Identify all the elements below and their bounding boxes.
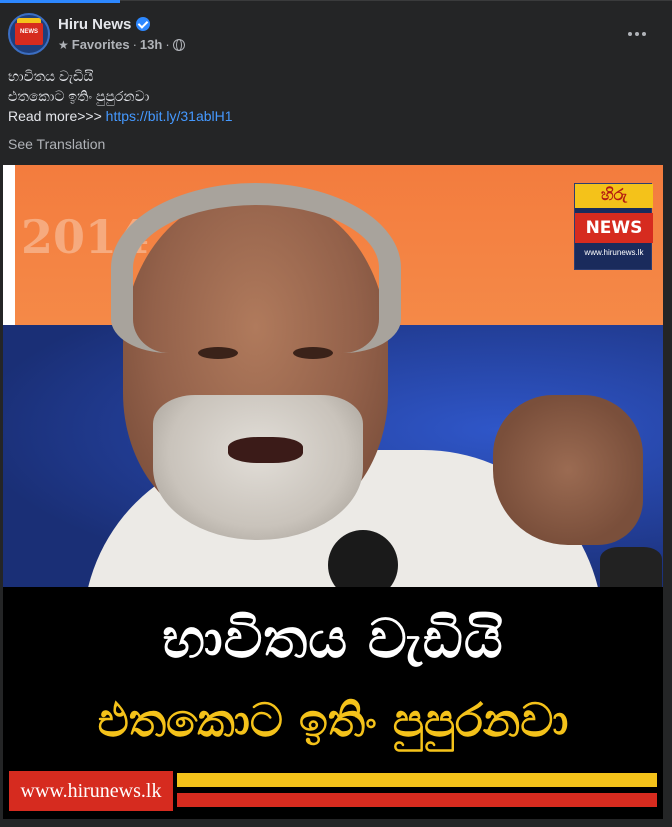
logo-news-text: NEWS xyxy=(575,213,653,243)
headline-secondary: එතකොට ඉතිං පුපුරනවා xyxy=(97,693,569,747)
meta-separator: · xyxy=(165,37,170,52)
loading-progress-bar xyxy=(0,0,120,3)
post-meta: ★ Favorites · 13h · xyxy=(58,37,185,52)
favorites-label[interactable]: Favorites xyxy=(72,37,130,52)
news-photo: 2014 හිරු NEWS www.hirunews.lk xyxy=(3,165,663,587)
person-eye-right xyxy=(293,347,333,359)
read-more-prefix: Read more>>> xyxy=(8,108,106,124)
page-name-link[interactable]: Hiru News xyxy=(58,16,131,33)
microphone-icon xyxy=(600,547,662,587)
hiru-news-logo: හිරු NEWS www.hirunews.lk xyxy=(574,183,653,270)
globe-icon xyxy=(172,38,185,51)
verified-badge-icon xyxy=(136,17,150,31)
dot-icon xyxy=(642,32,646,36)
post-image[interactable]: 2014 හිරු NEWS www.hirunews.lk භාවිතය වැ… xyxy=(3,165,663,819)
post-header: NEWS Hiru News ★ Favorites · 13h · xyxy=(8,13,664,55)
star-icon: ★ xyxy=(58,37,69,52)
see-translation-button[interactable]: See Translation xyxy=(8,136,105,152)
post-link[interactable]: https://bit.ly/31ablH1 xyxy=(106,108,233,124)
footer-yellow-bar xyxy=(177,773,657,787)
person-eye-left xyxy=(198,347,238,359)
post-timestamp[interactable]: 13h xyxy=(140,37,162,52)
person-beard xyxy=(153,395,363,540)
logo-top-text: හිරු xyxy=(575,184,653,208)
headline-primary: භාවිතය වැඩියි xyxy=(162,607,504,670)
post-text-line: එතකොට ඉතිං පුපුරනවා xyxy=(8,88,150,104)
person-hair xyxy=(111,183,401,353)
footer-url-badge: www.hirunews.lk xyxy=(9,771,173,811)
post-text-line: භාවිතය වැඩියි xyxy=(8,68,94,84)
avatar[interactable]: NEWS xyxy=(8,13,50,55)
dot-icon xyxy=(635,32,639,36)
read-more-line: Read more>>> https://bit.ly/31ablH1 xyxy=(8,106,658,126)
more-options-button[interactable] xyxy=(628,32,646,36)
person-mouth xyxy=(228,437,303,463)
meta-separator: · xyxy=(132,37,137,52)
person-hand xyxy=(493,395,643,545)
post-text: භාවිතය වැඩියි එතකොට ඉතිං පුපුරනවා Read m… xyxy=(8,66,658,126)
avatar-logo-text: NEWS xyxy=(20,29,38,35)
dot-icon xyxy=(628,32,632,36)
footer-red-bar xyxy=(177,793,657,807)
logo-url-text: www.hirunews.lk xyxy=(584,248,644,257)
